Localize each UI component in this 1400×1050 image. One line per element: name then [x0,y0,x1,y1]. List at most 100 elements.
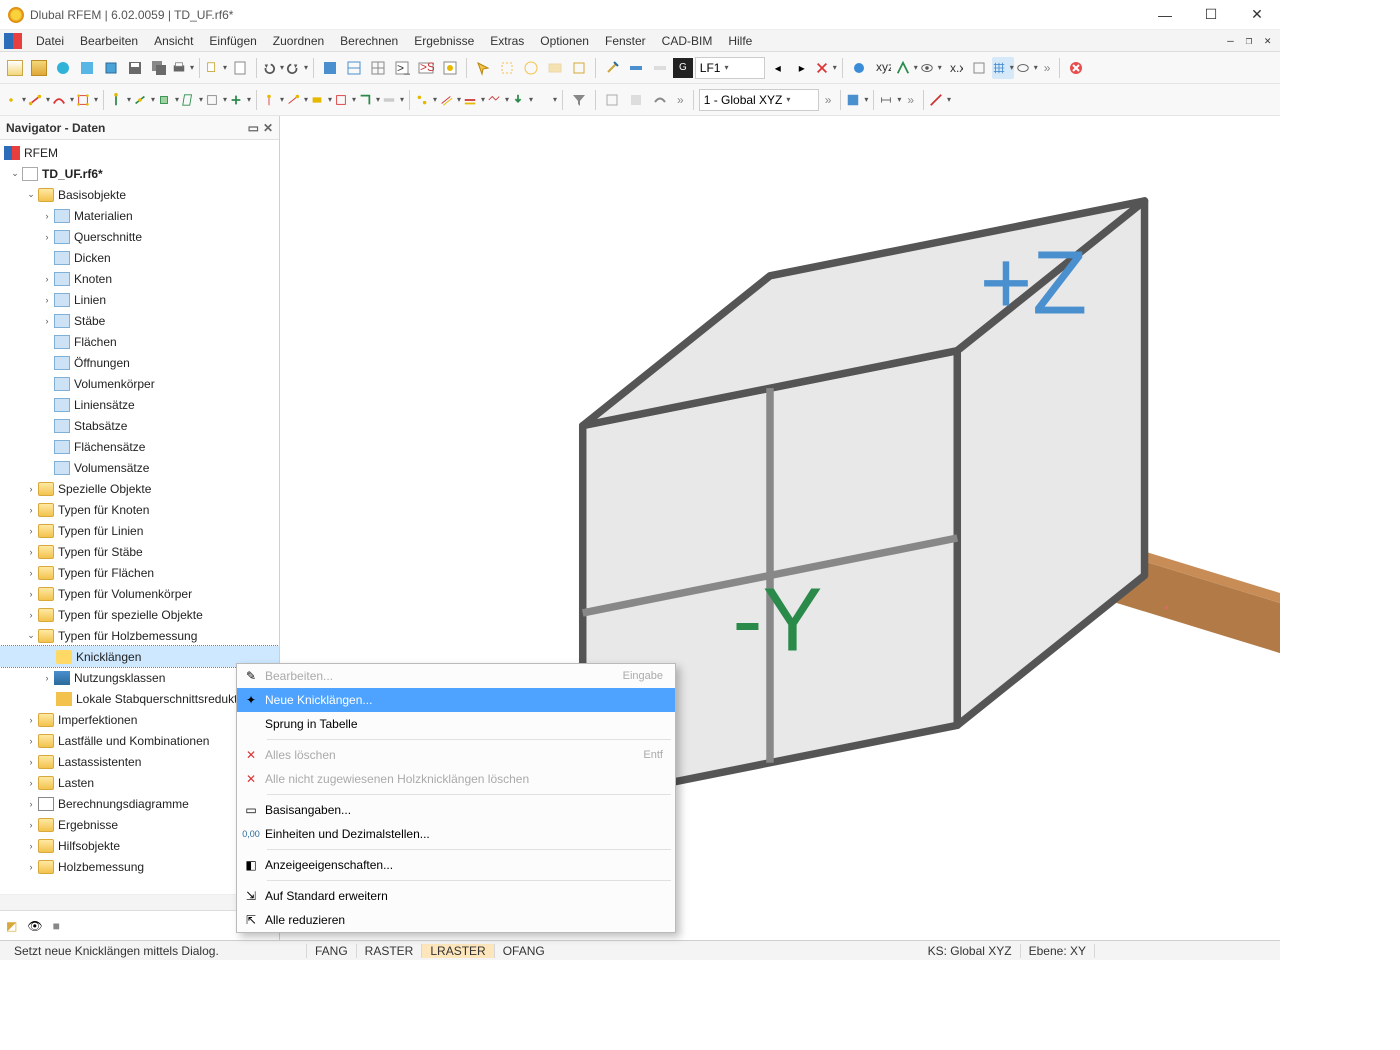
tree-item[interactable]: ›Linien [0,289,279,310]
view-opt1-button[interactable] [848,57,870,79]
ctx-basisangaben[interactable]: ▭Basisangaben... [237,798,675,822]
ctx-alle-reduzieren[interactable]: ⇱Alle reduzieren [237,908,675,932]
toolbar2-overflow2[interactable]: » [821,93,836,107]
menu-fenster[interactable]: Fenster [597,34,654,48]
menu-bearbeiten[interactable]: Bearbeiten [72,34,146,48]
toolbar-overflow[interactable]: » [1040,61,1055,75]
grid1-button[interactable] [319,57,341,79]
tree-item[interactable]: Flächen [0,331,279,352]
tree-item[interactable]: Dicken [0,247,279,268]
toolbar2-overflow3[interactable]: » [903,93,918,107]
maximize-button[interactable]: ☐ [1188,0,1234,30]
tree-item[interactable]: Volumensätze [0,457,279,478]
mb16[interactable] [382,89,404,111]
sec3-button[interactable] [649,89,671,111]
view-x-button[interactable]: x.x [944,57,966,79]
saveall-button[interactable] [148,57,170,79]
script-button[interactable]: >_ [391,57,413,79]
tree-item[interactable]: ›Typen für Volumenkörper [0,583,279,604]
tree-item[interactable]: ›Typen für Knoten [0,499,279,520]
select2-button[interactable] [496,57,518,79]
undo-button[interactable] [262,57,284,79]
view-box-button[interactable] [968,57,990,79]
load3-button[interactable] [649,57,671,79]
mb9[interactable] [205,89,227,111]
view-eye2-button[interactable] [1016,57,1038,79]
mb13[interactable] [310,89,332,111]
view-p1-button[interactable] [896,57,918,79]
select1-button[interactable] [472,57,494,79]
model-button[interactable] [76,57,98,79]
render-button[interactable] [846,89,868,111]
view-eye-button[interactable] [920,57,942,79]
menu-ansicht[interactable]: Ansicht [146,34,201,48]
minimize-button[interactable]: — [1142,0,1188,30]
menu-cadbim[interactable]: CAD-BIM [654,34,721,48]
mb12[interactable] [286,89,308,111]
tree-item[interactable]: Volumenkörper [0,373,279,394]
view-xyz-button[interactable]: xyz [872,57,894,79]
mb3[interactable] [52,89,74,111]
ctx-anzeigeeigenschaften[interactable]: ◧Anzeigeeigenschaften... [237,853,675,877]
toolbar2-overflow[interactable]: » [673,93,688,107]
mb1[interactable] [4,89,26,111]
tree-item[interactable]: ›Spezielle Objekte [0,478,279,499]
mb18[interactable] [439,89,461,111]
ctx-sprung-tabelle[interactable]: Sprung in Tabelle [237,712,675,736]
nav-tab-view-icon[interactable]: 👁 [27,919,42,933]
ctx-auf-standard-erweitern[interactable]: ⇲Auf Standard erweitern [237,884,675,908]
load2-button[interactable] [625,57,647,79]
mb6[interactable] [133,89,155,111]
menu-datei[interactable]: Datei [28,34,72,48]
mb20[interactable] [487,89,509,111]
sec2-button[interactable] [625,89,647,111]
ctx-neue-knicklaengen[interactable]: ✦Neue Knicklängen... [237,688,675,712]
lc-next-button[interactable]: ▸ [791,57,813,79]
mb10[interactable] [229,89,251,111]
print-button[interactable] [172,57,194,79]
view-grid-button[interactable] [992,57,1014,79]
mb8[interactable] [181,89,203,111]
mb21[interactable] [511,89,533,111]
lc-prev-button[interactable]: ◂ [767,57,789,79]
menu-einfuegen[interactable]: Einfügen [201,34,264,48]
delete-load-button[interactable] [815,57,837,79]
filter-button[interactable] [568,89,590,111]
mb5[interactable] [109,89,131,111]
grid2-button[interactable] [343,57,365,79]
measure-button[interactable] [929,89,951,111]
coordsys-combo[interactable]: 1 - Global XYZ [699,89,819,111]
mb15[interactable] [358,89,380,111]
mb17[interactable] [415,89,437,111]
load1-button[interactable] [601,57,623,79]
mdi-restore-button[interactable]: ❐ [1243,34,1256,47]
clipboard-button[interactable] [229,57,251,79]
close-button[interactable]: ✕ [1234,0,1280,30]
tree-item[interactable]: ›Materialien [0,205,279,226]
tree-item[interactable]: Liniensätze [0,394,279,415]
mb7[interactable] [157,89,179,111]
tree-item[interactable]: Öffnungen [0,352,279,373]
nav-float-button[interactable]: ▭ [248,121,259,135]
menu-zuordnen[interactable]: Zuordnen [265,34,332,48]
tree-item[interactable]: ›Typen für spezielle Objekte [0,604,279,625]
select4-button[interactable] [544,57,566,79]
nav-tab-data-icon[interactable]: ◩ [6,919,17,933]
nav-tab-cam-icon[interactable]: ■ [53,919,60,933]
tree-item[interactable]: ›Knoten [0,268,279,289]
mb4[interactable] [76,89,98,111]
tree-item[interactable]: Stabsätze [0,415,279,436]
cancel-button[interactable] [1065,57,1087,79]
mb11[interactable] [262,89,284,111]
loadcase-combo[interactable]: LF1 [695,57,765,79]
copy-button[interactable] [205,57,227,79]
new-file-button[interactable] [4,57,26,79]
tree-item[interactable]: ›Stäbe [0,310,279,331]
sec1-button[interactable] [601,89,623,111]
mdi-close-button[interactable]: ✕ [1261,34,1274,47]
mb19[interactable] [463,89,485,111]
tree-item[interactable]: ›Querschnitte [0,226,279,247]
block-button[interactable] [100,57,122,79]
menu-ergebnisse[interactable]: Ergebnisse [406,34,482,48]
mdi-minimize-button[interactable]: – [1224,34,1237,47]
